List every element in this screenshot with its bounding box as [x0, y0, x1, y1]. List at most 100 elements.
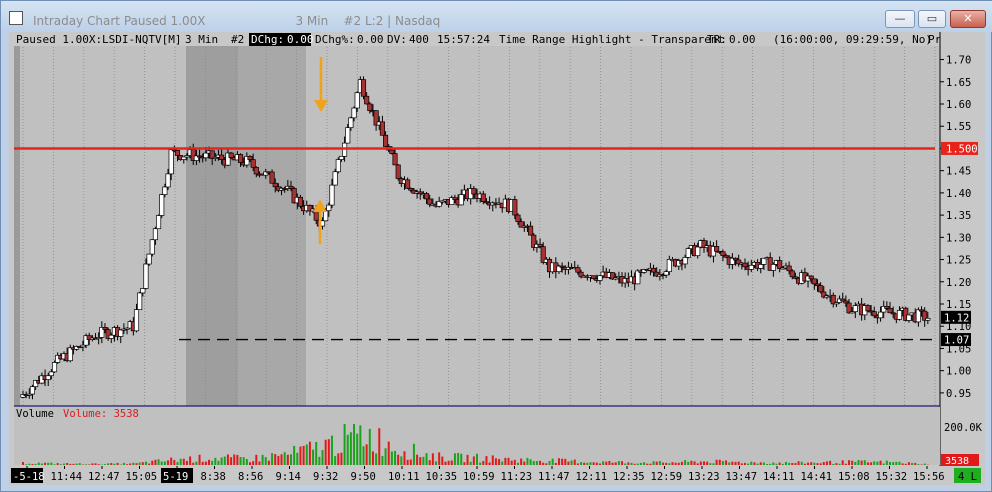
- price-panel: [14, 32, 940, 406]
- candle-up: [458, 194, 464, 206]
- volume-bar: [715, 459, 718, 465]
- volume-bar: [371, 451, 374, 465]
- time-axis-label: 13:47: [726, 471, 758, 483]
- candle-down: [789, 270, 795, 278]
- volume-bar: [627, 462, 630, 465]
- volume-bar: [103, 464, 106, 465]
- title-bar[interactable]: Intraday Chart Paused 1.00X 3 Min #2 L:2 …: [1, 1, 992, 32]
- header-symbol[interactable]: LSDI-NQTV[M]: [102, 33, 181, 46]
- candle-down: [811, 278, 817, 285]
- volume-bar: [576, 463, 579, 465]
- volume-bar: [390, 451, 393, 465]
- time-axis-label: 14:11: [763, 471, 795, 483]
- window-title-text: Intraday Chart Paused 1.00X: [33, 14, 206, 28]
- volume-bar: [412, 443, 415, 465]
- volume-bar: [214, 457, 217, 465]
- minimize-button[interactable]: —: [885, 10, 915, 28]
- volume-bar: [321, 450, 324, 465]
- volume-bar: [778, 462, 781, 465]
- volume-bar: [135, 463, 138, 465]
- candle-down: [383, 134, 389, 147]
- volume-bar: [217, 460, 220, 465]
- price-tick-label: 1.65: [946, 77, 971, 89]
- volume-bar: [362, 446, 365, 465]
- volume-bar: [50, 462, 53, 465]
- close-button[interactable]: ✕: [950, 10, 986, 28]
- volume-bar: [116, 462, 119, 465]
- volume-bar: [513, 459, 516, 465]
- volume-bar: [31, 464, 34, 465]
- volume-bar: [416, 454, 419, 465]
- candle-down: [269, 171, 275, 184]
- volume-bar: [621, 461, 624, 465]
- time-axis-label: 10:59: [463, 471, 495, 483]
- volume-bar: [176, 461, 179, 465]
- candle-up: [351, 107, 357, 119]
- volume-bar: [365, 444, 368, 465]
- volume-bar: [185, 460, 188, 465]
- candle-up: [165, 173, 171, 188]
- time-axis-label: 15:08: [838, 471, 870, 483]
- candle-up: [345, 127, 351, 144]
- volume-bar: [126, 464, 129, 465]
- volume-bar: [261, 454, 264, 465]
- candle-up: [146, 253, 152, 265]
- candle-up: [51, 362, 58, 373]
- volume-bar: [53, 464, 56, 465]
- volume-bar: [784, 461, 787, 465]
- volume-bar: [97, 464, 100, 465]
- volume-bar: [356, 433, 359, 465]
- volume-bar: [494, 458, 497, 465]
- candle-down: [480, 193, 486, 203]
- candle-down: [253, 166, 259, 175]
- candle-up: [137, 292, 143, 310]
- volume-bar: [904, 463, 907, 465]
- candle-up: [143, 263, 149, 289]
- candle-up: [140, 288, 146, 294]
- volume-bar: [554, 463, 557, 465]
- candle-up: [149, 239, 155, 255]
- volume-bar: [62, 463, 65, 465]
- volume-bar: [703, 461, 705, 465]
- time-axis-label: 5-19: [163, 471, 188, 483]
- volume-bar: [283, 452, 286, 465]
- candle-down: [575, 267, 581, 273]
- candle-up: [329, 184, 335, 206]
- candle-up: [133, 309, 140, 332]
- left-edge-shade: [14, 32, 20, 406]
- volume-bar: [747, 463, 750, 465]
- volume-bar: [750, 461, 753, 465]
- volume-bar: [595, 462, 598, 465]
- window-title: Intraday Chart Paused 1.00X 3 Min #2 L:2 …: [33, 14, 440, 28]
- volume-bar: [832, 463, 835, 465]
- app-icon[interactable]: [9, 11, 23, 25]
- volume-bar: [122, 462, 125, 465]
- maximize-button[interactable]: ▭: [918, 10, 946, 28]
- candle-down: [405, 179, 411, 189]
- volume-bar: [198, 454, 201, 465]
- candle-down: [512, 199, 518, 216]
- volume-bar: [466, 454, 469, 465]
- candle-down: [379, 121, 385, 136]
- header-interval[interactable]: 3 Min: [185, 33, 218, 46]
- volume-bar: [542, 462, 545, 465]
- volume-bar: [567, 461, 570, 465]
- volume-bar: [825, 461, 828, 465]
- volume-bar: [759, 462, 762, 465]
- candle-up: [682, 257, 688, 265]
- chart-area[interactable]: Paused 1.00X: LSDI-NQTV[M] 3 Min #2 DChg…: [9, 32, 985, 485]
- volume-bar: [658, 461, 661, 465]
- volume-bar: [299, 446, 302, 465]
- volume-bar: [870, 462, 873, 465]
- volume-bar: [624, 463, 627, 465]
- volume-bar: [829, 460, 832, 465]
- candle-down: [865, 305, 871, 312]
- time-axis-label: 9:50: [351, 471, 376, 483]
- volume-bar: [258, 461, 261, 465]
- volume-bar: [409, 459, 412, 465]
- volume-bar: [460, 453, 463, 465]
- volume-bar: [406, 459, 409, 465]
- price-tick-label: 1.00: [946, 366, 971, 378]
- volume-bar: [766, 464, 769, 465]
- volume-bar: [359, 425, 362, 465]
